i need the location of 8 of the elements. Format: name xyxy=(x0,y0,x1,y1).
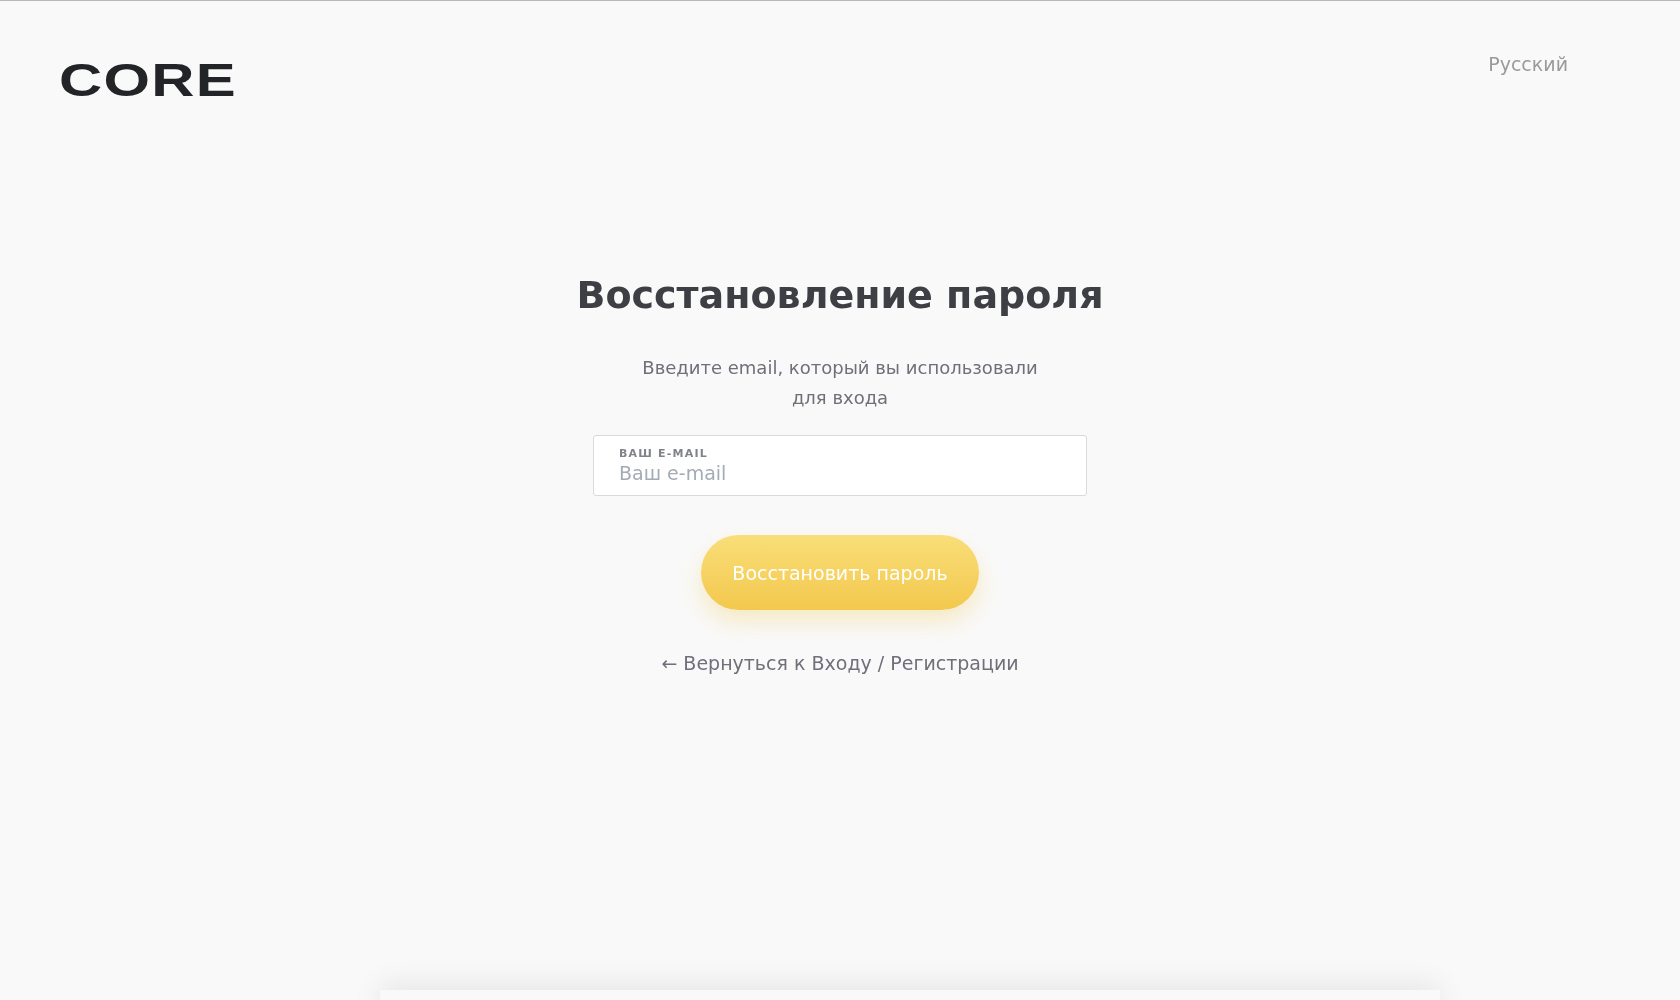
logo[interactable]: CORE xyxy=(59,57,237,103)
language-link[interactable]: Русский xyxy=(1488,53,1568,75)
description-text: Введите email, который вы использовали для входа xyxy=(641,356,1039,410)
back-link[interactable]: ← Вернуться к Входу / Регистрации xyxy=(661,652,1019,674)
email-input[interactable]: Ваш e-mail xyxy=(619,462,1061,484)
email-field[interactable]: ВАШ E-MAIL Ваш e-mail xyxy=(593,435,1087,496)
field-label: ВАШ E-MAIL xyxy=(619,447,709,460)
page-title: Восстановление пароля xyxy=(576,273,1104,317)
